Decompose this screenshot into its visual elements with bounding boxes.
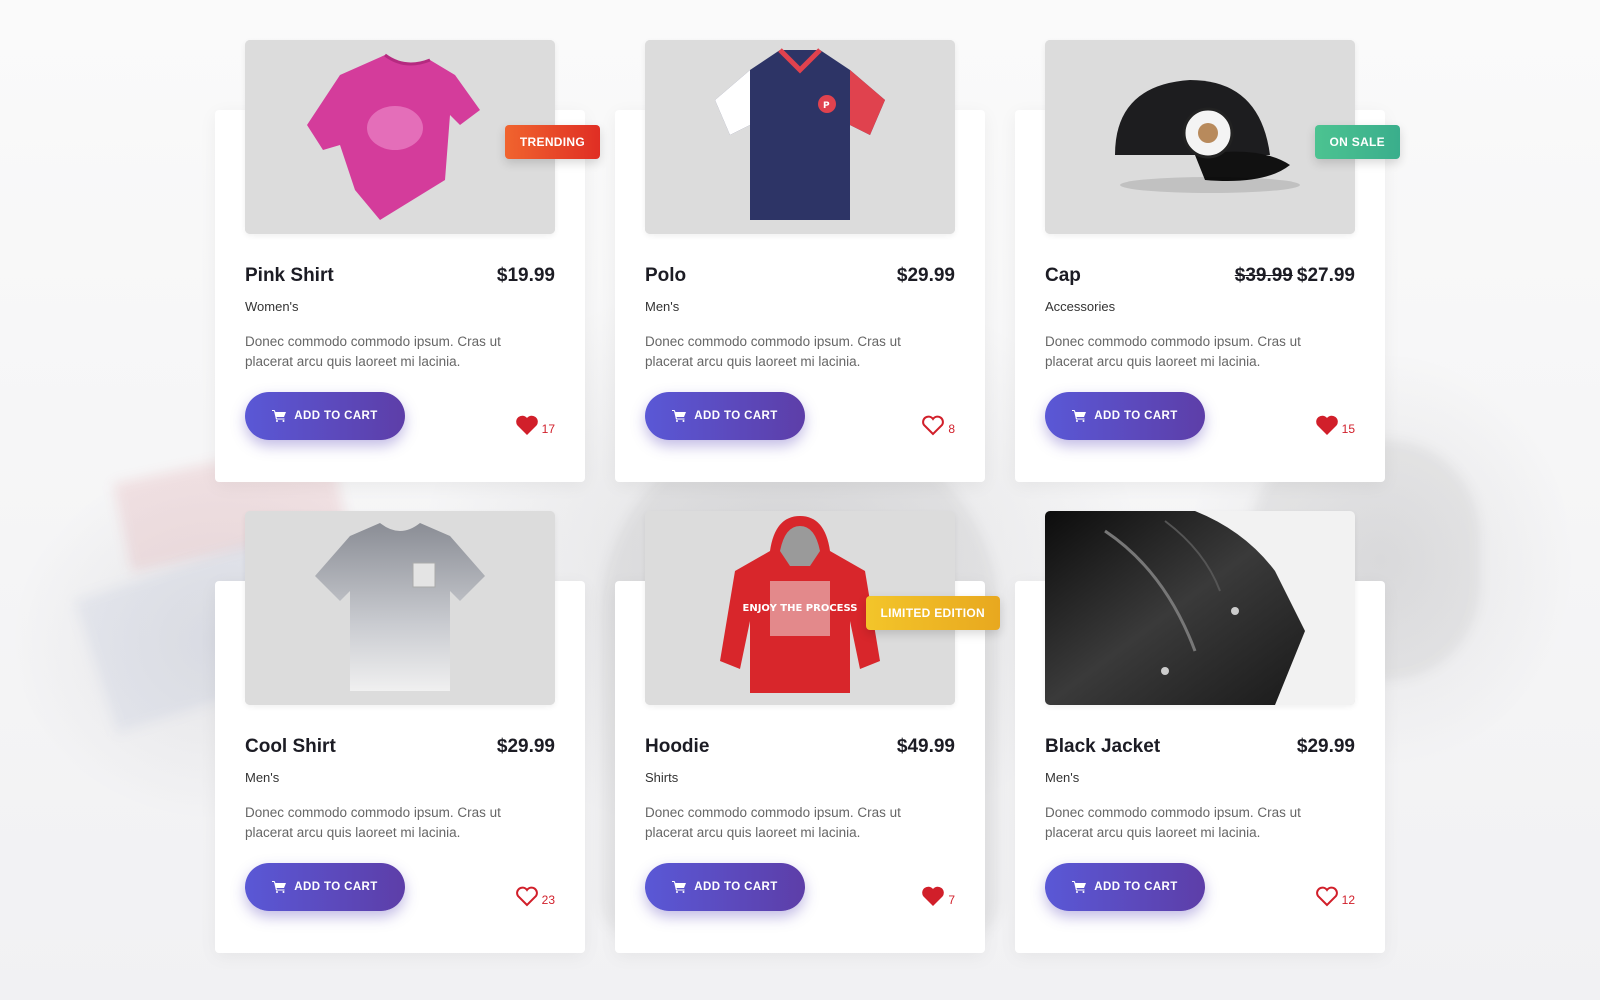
like-button[interactable]: 23 (515, 883, 555, 907)
product-card: P Polo $29.99 Men's Donec commodo commod… (615, 40, 985, 482)
add-to-cart-button[interactable]: ADD TO CART (245, 863, 405, 911)
heart-outline-icon (922, 415, 945, 436)
add-to-cart-label: ADD TO CART (1094, 410, 1178, 422)
product-price: $29.99 (497, 736, 555, 758)
product-name: Pink Shirt (245, 265, 334, 286)
like-count: 17 (541, 422, 555, 436)
product-grid: TRENDING Pink Shirt $19.99 Women's Donec… (215, 0, 1400, 1000)
add-to-cart-button[interactable]: ADD TO CART (645, 392, 805, 440)
like-count: 8 (948, 422, 955, 436)
badge-label: ON SALE (1329, 135, 1385, 149)
cart-icon (272, 410, 287, 422)
product-price-value: $19.99 (496, 265, 555, 286)
product-old-price: $39.99 (1234, 265, 1293, 286)
product-description: Donec commodo commodo ipsum. Cras ut pla… (1045, 805, 1301, 840)
heart-outline-icon (515, 886, 538, 907)
product-name: Cap (1045, 265, 1081, 286)
product-category: Men's (645, 299, 680, 314)
product-card: ENJOY THE PROCESS LIMITED EDITION Hoodie… (615, 511, 1000, 953)
cart-icon (1072, 881, 1087, 893)
product-price-value: $29.99 (896, 265, 955, 286)
like-button[interactable]: 15 (1315, 412, 1355, 436)
cart-icon (672, 410, 687, 422)
product-price-value: $27.99 (1296, 265, 1355, 286)
badge-limited-edition: LIMITED EDITION (865, 596, 1000, 630)
add-to-cart-label: ADD TO CART (294, 881, 378, 893)
product-price-value: $49.99 (896, 736, 955, 757)
hoodie-print-text: ENJOY THE PROCESS (743, 603, 858, 614)
add-to-cart-button[interactable]: ADD TO CART (1045, 863, 1205, 911)
heart-icon (515, 415, 538, 435)
product-price-value: $29.99 (496, 736, 555, 757)
like-count: 12 (1341, 893, 1355, 907)
like-button[interactable]: 8 (921, 412, 955, 436)
product-card: Cool Shirt $29.99 Men's Donec commodo co… (215, 511, 585, 953)
badge-trending: TRENDING (504, 125, 600, 159)
cap-image (1045, 40, 1355, 234)
cart-icon (272, 881, 287, 893)
product-name: Black Jacket (1045, 736, 1161, 757)
product-price: $49.99 (897, 736, 955, 758)
product-image[interactable]: P (645, 40, 955, 234)
badge-label: TRENDING (519, 135, 585, 149)
badge-label: LIMITED EDITION (880, 606, 985, 620)
product-category: Men's (1045, 770, 1080, 785)
heart-icon (922, 886, 945, 906)
product-description: Donec commodo commodo ipsum. Cras ut pla… (245, 334, 501, 369)
add-to-cart-button[interactable]: ADD TO CART (1045, 392, 1205, 440)
product-category: Men's (245, 770, 280, 785)
polo-image: P (645, 40, 955, 234)
product-name: Polo (645, 265, 687, 286)
like-button[interactable]: 7 (921, 883, 955, 907)
product-card: ON SALE Cap $39.99 $27.99 Accessories Don… (1015, 40, 1400, 482)
product-category: Accessories (1045, 299, 1116, 314)
svg-text:P: P (823, 101, 830, 111)
product-description: Donec commodo commodo ipsum. Cras ut pla… (245, 805, 501, 840)
black-jacket-image (1045, 511, 1355, 705)
product-price: $39.99 $27.99 (1235, 265, 1355, 287)
add-to-cart-button[interactable]: ADD TO CART (245, 392, 405, 440)
product-image[interactable] (1045, 511, 1355, 705)
product-description: Donec commodo commodo ipsum. Cras ut pla… (645, 805, 901, 840)
like-button[interactable]: 12 (1315, 883, 1355, 907)
product-price: $29.99 (897, 265, 955, 287)
like-count: 15 (1341, 422, 1355, 436)
add-to-cart-label: ADD TO CART (1094, 881, 1178, 893)
product-description: Donec commodo commodo ipsum. Cras ut pla… (645, 334, 901, 369)
add-to-cart-label: ADD TO CART (294, 410, 378, 422)
product-name: Cool Shirt (245, 736, 336, 757)
product-price: $29.99 (1297, 736, 1355, 758)
add-to-cart-label: ADD TO CART (694, 410, 778, 422)
add-to-cart-button[interactable]: ADD TO CART (645, 863, 805, 911)
cool-shirt-image (245, 511, 555, 705)
cart-icon (1072, 410, 1087, 422)
product-card: Black Jacket $29.99 Men's Donec commodo … (1015, 511, 1385, 953)
like-count: 23 (541, 893, 555, 907)
heart-icon (1315, 415, 1338, 435)
badge-on-sale: ON SALE (1314, 125, 1400, 159)
product-price-value: $29.99 (1296, 736, 1355, 757)
product-category: Shirts (645, 770, 679, 785)
cart-icon (672, 881, 687, 893)
heart-outline-icon (1315, 886, 1338, 907)
like-count: 7 (948, 893, 955, 907)
like-button[interactable]: 17 (515, 412, 555, 436)
product-card: TRENDING Pink Shirt $19.99 Women's Donec… (215, 40, 600, 482)
product-image[interactable] (245, 511, 555, 705)
product-description: Donec commodo commodo ipsum. Cras ut pla… (1045, 334, 1301, 369)
product-image[interactable] (1045, 40, 1355, 234)
product-price: $19.99 (497, 265, 555, 287)
product-name: Hoodie (645, 736, 710, 757)
add-to-cart-label: ADD TO CART (694, 881, 778, 893)
product-category: Women's (245, 299, 299, 314)
